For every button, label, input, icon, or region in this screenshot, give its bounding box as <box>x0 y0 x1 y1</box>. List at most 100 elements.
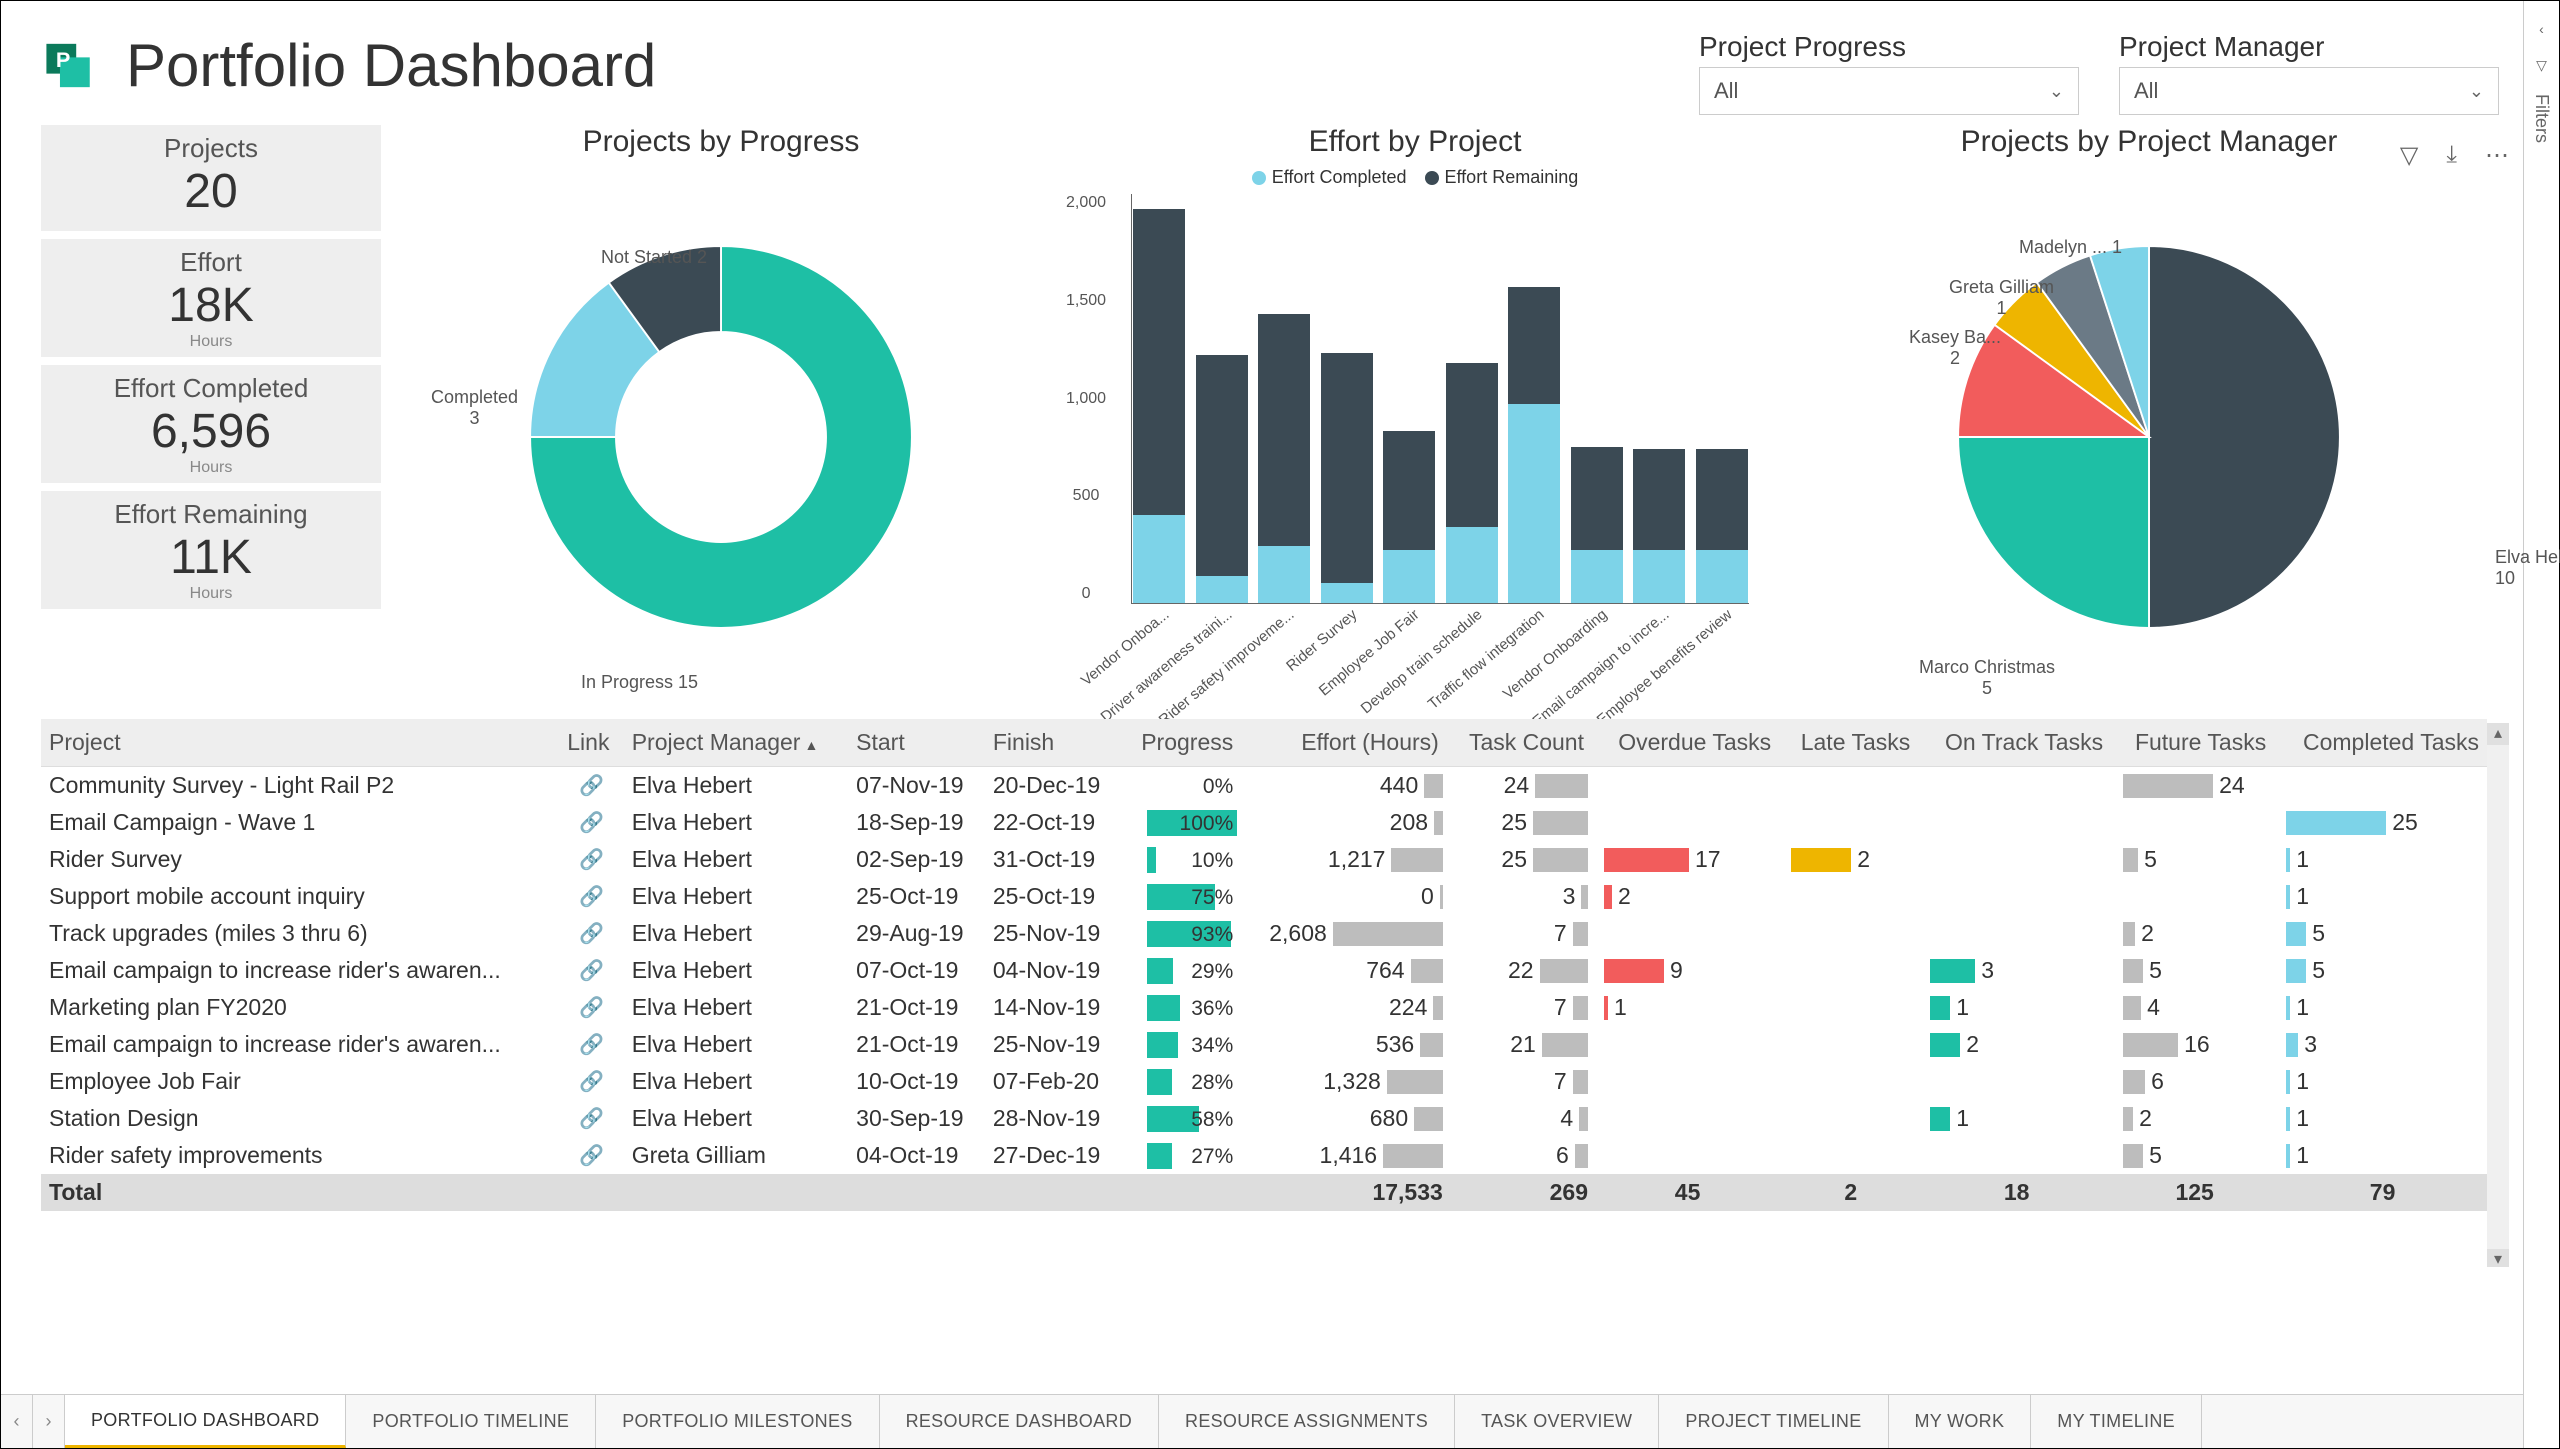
column-header[interactable]: Link <box>559 719 623 767</box>
report-tab[interactable]: PORTFOLIO MILESTONES <box>596 1395 879 1448</box>
bar-column[interactable]: Employee Job Fair <box>1382 431 1437 603</box>
link-icon[interactable]: 🔗 <box>567 995 615 1020</box>
column-header[interactable]: Finish <box>985 719 1122 767</box>
report-tab[interactable]: MY WORK <box>1889 1395 2032 1448</box>
cell-start: 29-Aug-19 <box>848 915 985 952</box>
slicer-dropdown[interactable]: All ⌄ <box>2119 67 2499 115</box>
link-icon[interactable]: 🔗 <box>567 810 615 835</box>
chevron-left-icon[interactable]: ‹ <box>2539 21 2544 37</box>
link-icon[interactable]: 🔗 <box>567 1032 615 1057</box>
cell-start: 04-Oct-19 <box>848 1137 985 1174</box>
report-tab[interactable]: PROJECT TIMELINE <box>1659 1395 1888 1448</box>
kpi-value: 11K <box>41 530 381 585</box>
bar-column[interactable]: Rider safety improveme... <box>1257 314 1312 603</box>
tab-next-button[interactable]: › <box>33 1395 65 1448</box>
slicer-label: Project Manager <box>2119 31 2499 63</box>
report-tab[interactable]: TASK OVERVIEW <box>1455 1395 1659 1448</box>
cell-finish: 22-Oct-19 <box>985 804 1122 841</box>
cell-project: Support mobile account inquiry <box>41 878 559 915</box>
table-row[interactable]: Community Survey - Light Rail P2 🔗 Elva … <box>41 767 2487 805</box>
bar-column[interactable]: Traffic flow integration <box>1507 287 1562 603</box>
cell-pm: Elva Hebert <box>624 952 848 989</box>
link-icon[interactable]: 🔗 <box>567 1143 615 1168</box>
link-icon[interactable]: 🔗 <box>567 847 615 872</box>
cell-project: Email campaign to increase rider's aware… <box>41 952 559 989</box>
column-header[interactable]: Completed Tasks <box>2274 719 2487 767</box>
cell-project: Marketing plan FY2020 <box>41 989 559 1026</box>
y-tick: 2,000 <box>1066 194 1106 212</box>
slicer-dropdown[interactable]: All ⌄ <box>1699 67 2079 115</box>
project-logo-icon: P <box>41 33 106 98</box>
cell-project: Track upgrades (miles 3 thru 6) <box>41 915 559 952</box>
bar-column[interactable]: Driver awareness traini... <box>1195 355 1250 603</box>
table-row[interactable]: Marketing plan FY2020 🔗 Elva Hebert 21-O… <box>41 989 2487 1026</box>
link-icon[interactable]: 🔗 <box>567 921 615 946</box>
bar-column[interactable]: Develop train schedule <box>1445 363 1500 603</box>
column-header[interactable]: Progress <box>1122 719 1242 767</box>
cell-start: 10-Oct-19 <box>848 1063 985 1100</box>
link-icon[interactable]: 🔗 <box>567 1106 615 1131</box>
bar-column[interactable]: Vendor Onboa... <box>1132 209 1187 603</box>
column-header[interactable]: Project <box>41 719 559 767</box>
donut-chart[interactable] <box>511 227 931 647</box>
table-row[interactable]: Track upgrades (miles 3 thru 6) 🔗 Elva H… <box>41 915 2487 952</box>
bar-column[interactable]: Rider Survey <box>1320 353 1375 603</box>
cell-start: 21-Oct-19 <box>848 1026 985 1063</box>
column-header[interactable]: Task Count <box>1447 719 1592 767</box>
link-icon[interactable]: 🔗 <box>567 1069 615 1094</box>
report-tab[interactable]: MY TIMELINE <box>2031 1395 2202 1448</box>
table-row[interactable]: Email Campaign - Wave 1 🔗 Elva Hebert 18… <box>41 804 2487 841</box>
report-tab[interactable]: RESOURCE DASHBOARD <box>880 1395 1159 1448</box>
cell-project: Station Design <box>41 1100 559 1137</box>
table-row[interactable]: Rider Survey 🔗 Elva Hebert 02-Sep-19 31-… <box>41 841 2487 878</box>
column-header[interactable]: Start <box>848 719 985 767</box>
table-scrollbar[interactable]: ▴▾ <box>2487 723 2509 1267</box>
bar-column[interactable]: Email campaign to incre... <box>1632 449 1687 603</box>
sort-indicator-icon: ▲ <box>804 737 818 753</box>
table-row[interactable]: Station Design 🔗 Elva Hebert 30-Sep-19 2… <box>41 1100 2487 1137</box>
cell-project: Community Survey - Light Rail P2 <box>41 767 559 805</box>
cell-pm: Elva Hebert <box>624 915 848 952</box>
table-row[interactable]: Rider safety improvements 🔗 Greta Gillia… <box>41 1137 2487 1174</box>
link-icon[interactable]: 🔗 <box>567 773 615 798</box>
cell-start: 30-Sep-19 <box>848 1100 985 1137</box>
kpi-card[interactable]: Projects 20 <box>41 125 381 231</box>
column-header[interactable]: On Track Tasks <box>1918 719 2111 767</box>
stacked-bar-chart[interactable]: 05001,0001,5002,000 Vendor Onboa... Driv… <box>1131 194 1749 604</box>
bar-column[interactable]: Employee benefits review <box>1695 449 1750 603</box>
kpi-label: Effort <box>41 247 381 278</box>
link-icon[interactable]: 🔗 <box>567 958 615 983</box>
column-header[interactable]: Project Manager▲ <box>624 719 848 767</box>
svg-text:P: P <box>56 47 70 72</box>
column-header[interactable]: Overdue Tasks <box>1592 719 1779 767</box>
cell-project: Email campaign to increase rider's aware… <box>41 1026 559 1063</box>
table-row[interactable]: Email campaign to increase rider's aware… <box>41 952 2487 989</box>
tab-prev-button[interactable]: ‹ <box>1 1395 33 1448</box>
stacked-title: Effort by Project <box>1061 125 1769 159</box>
report-tab[interactable]: PORTFOLIO TIMELINE <box>346 1395 596 1448</box>
projects-table[interactable]: ProjectLinkProject Manager▲StartFinishPr… <box>41 719 2487 1211</box>
kpi-unit: Hours <box>41 585 381 603</box>
cell-start: 18-Sep-19 <box>848 804 985 841</box>
column-header[interactable]: Effort (Hours) <box>1241 719 1447 767</box>
y-tick: 1,500 <box>1066 292 1106 310</box>
table-row[interactable]: Employee Job Fair 🔗 Elva Hebert 10-Oct-1… <box>41 1063 2487 1100</box>
report-tab[interactable]: PORTFOLIO DASHBOARD <box>65 1395 346 1448</box>
donut-label: Not Started 2 <box>601 247 707 268</box>
page-title: Portfolio Dashboard <box>126 31 656 100</box>
cell-finish: 04-Nov-19 <box>985 952 1122 989</box>
kpi-card[interactable]: Effort Remaining 11K Hours <box>41 491 381 609</box>
cell-pm: Elva Hebert <box>624 1100 848 1137</box>
table-row[interactable]: Support mobile account inquiry 🔗 Elva He… <box>41 878 2487 915</box>
kpi-card[interactable]: Effort Completed 6,596 Hours <box>41 365 381 483</box>
bar-column[interactable]: Vendor Onboarding <box>1570 447 1625 603</box>
table-row[interactable]: Email campaign to increase rider's aware… <box>41 1026 2487 1063</box>
kpi-card[interactable]: Effort 18K Hours <box>41 239 381 357</box>
link-icon[interactable]: 🔗 <box>567 884 615 909</box>
column-header[interactable]: Late Tasks <box>1779 719 1918 767</box>
filters-pane-collapsed[interactable]: ‹ ▽ Filters <box>2523 1 2559 1448</box>
pie-label: Kasey Ba...2 <box>1909 327 2001 369</box>
report-tab[interactable]: RESOURCE ASSIGNMENTS <box>1159 1395 1455 1448</box>
y-tick: 1,000 <box>1066 390 1106 408</box>
column-header[interactable]: Future Tasks <box>2111 719 2274 767</box>
